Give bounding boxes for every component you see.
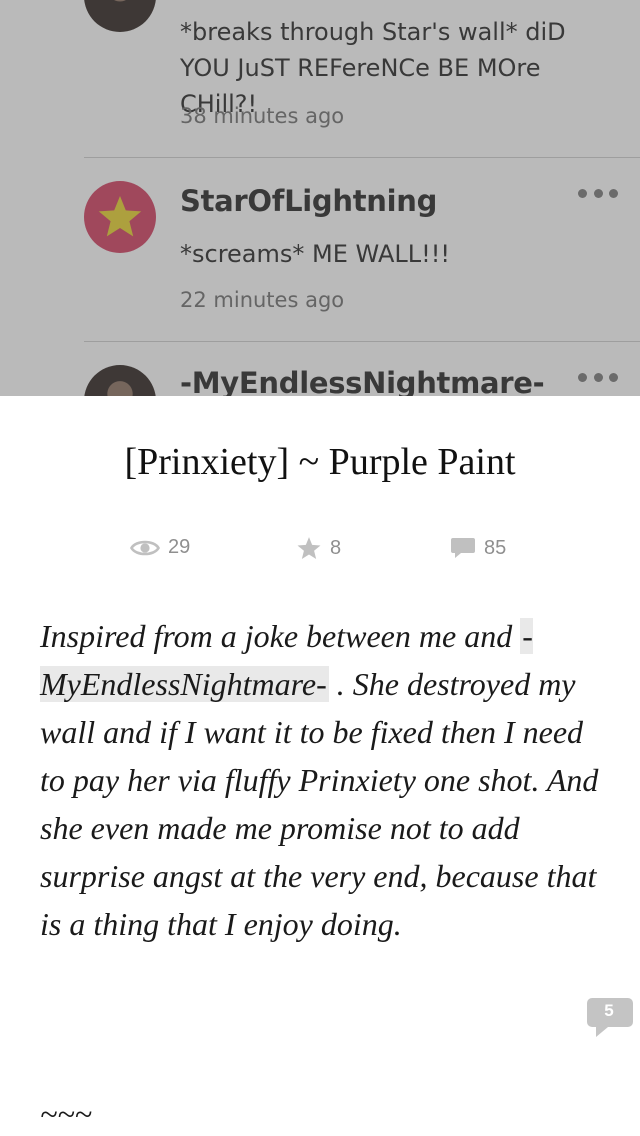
comment-username[interactable]: -MyEndlessNightmare-: [180, 366, 545, 396]
reads-stat: 29: [130, 536, 190, 559]
comment-time: 22 minutes ago: [180, 288, 345, 312]
comments-stat: 85: [450, 536, 506, 560]
section-separator: ~~~: [40, 1096, 92, 1132]
body-text-start: Inspired from a joke between me and: [40, 618, 521, 654]
comment-username[interactable]: StarOfLightning: [180, 184, 437, 218]
star-icon: [98, 196, 142, 237]
user-photo-avatar[interactable]: [84, 365, 156, 396]
votes-count: 8: [330, 537, 342, 559]
comment-divider: [84, 157, 640, 158]
more-options-icon[interactable]: [578, 370, 618, 384]
eye-icon: [130, 540, 160, 555]
comment-text: *screams* ME WALL!!!: [180, 240, 450, 268]
body-text-end: . She destroyed my wall and if I want it…: [40, 666, 599, 942]
story-stats: 29 8 85: [0, 536, 640, 568]
story-sheet: [Prinxiety] ~ Purple Paint 29 8 85 Inspi…: [0, 396, 640, 1136]
star-avatar[interactable]: [84, 181, 156, 253]
comments-panel: *breaks through Star's wall* diD YOU JuS…: [0, 0, 640, 396]
inline-comment-badge[interactable]: 5: [586, 996, 634, 1040]
votes-stat: 8: [296, 536, 341, 561]
more-options-icon[interactable]: [578, 186, 618, 200]
star-icon: [297, 537, 321, 560]
comments-count: 85: [484, 536, 507, 559]
story-title: [Prinxiety] ~ Purple Paint: [124, 441, 516, 483]
comment-bubble-icon: [451, 538, 475, 558]
inline-comment-count: 5: [604, 1001, 614, 1020]
story-body: Inspired from a joke between me and -MyE…: [40, 612, 610, 948]
comment-time: 38 minutes ago: [180, 104, 345, 128]
reads-count: 29: [168, 536, 191, 558]
comment-divider: [84, 341, 640, 342]
user-photo-avatar[interactable]: [84, 0, 156, 32]
